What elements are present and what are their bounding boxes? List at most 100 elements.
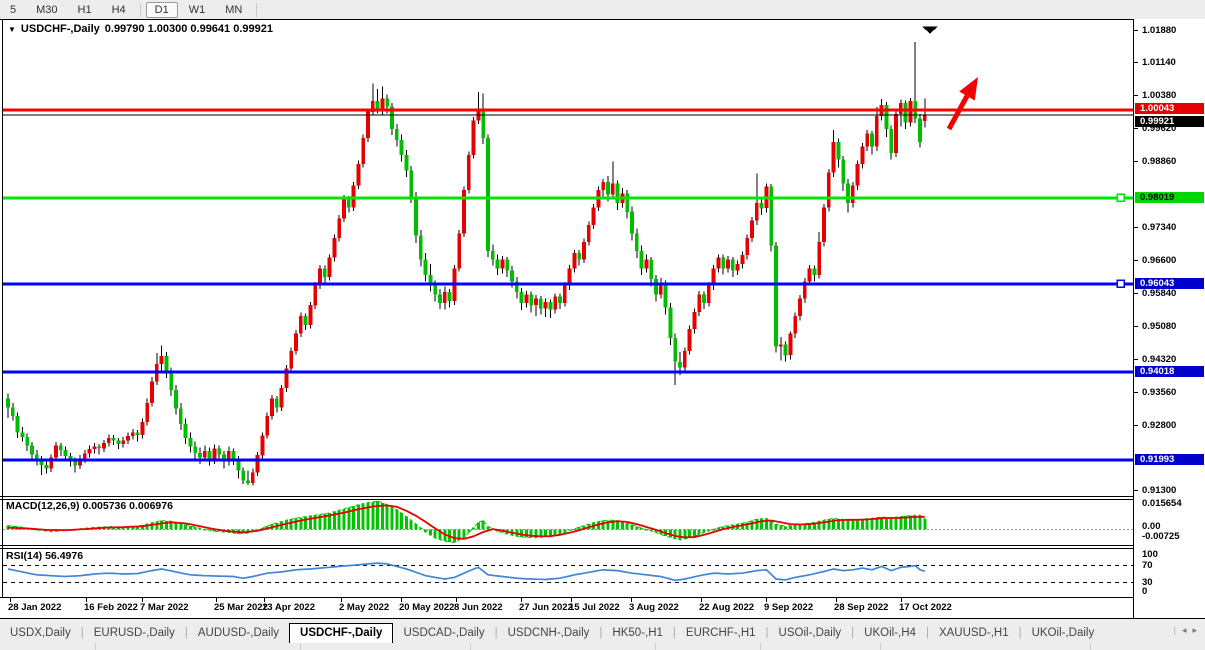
candle bbox=[265, 412, 270, 439]
tab-eurusd-daily[interactable]: EURUSD-,Daily bbox=[84, 624, 185, 643]
macd-histogram-bar bbox=[755, 519, 759, 530]
macd-histogram-bar bbox=[601, 520, 605, 530]
candle bbox=[159, 345, 164, 371]
candle bbox=[702, 291, 706, 310]
candle bbox=[514, 277, 519, 299]
macd-histogram-bar bbox=[846, 519, 850, 530]
macd-histogram-bar bbox=[884, 517, 888, 530]
tab-audusd-daily[interactable]: AUDUSD-,Daily bbox=[188, 624, 289, 643]
timeframe-button-d1[interactable]: D1 bbox=[145, 1, 178, 18]
candle bbox=[663, 280, 668, 315]
timeframe-button-m30[interactable]: M30 bbox=[27, 2, 66, 18]
tab-usoil-daily[interactable]: USOil-,Daily bbox=[769, 624, 852, 643]
tab-separator: | bbox=[1173, 625, 1176, 635]
candlestick-chart[interactable] bbox=[0, 19, 1133, 496]
tab-ukoil-daily[interactable]: UKOil-,Daily bbox=[1022, 624, 1105, 643]
candle bbox=[721, 254, 726, 275]
date-axis[interactable]: 28 Jan 2022 16 Feb 2022 7 Mar 2022 25 Mar 2… bbox=[0, 598, 1133, 618]
price-tick-label: 0.95840 bbox=[1142, 288, 1177, 299]
price-tag-support-blue-3: 0.91993 bbox=[1135, 454, 1204, 465]
timeframe-button-5[interactable]: 5 bbox=[1, 2, 25, 18]
hline-handle[interactable] bbox=[1116, 193, 1125, 203]
candle bbox=[826, 169, 831, 212]
candle bbox=[207, 447, 212, 466]
candle bbox=[54, 442, 58, 461]
macd-histogram-bar bbox=[304, 516, 308, 530]
toolbar-divider bbox=[256, 2, 258, 17]
candle bbox=[846, 179, 850, 213]
candle bbox=[495, 254, 500, 276]
macd-histogram-bar bbox=[462, 529, 466, 538]
price-tick-mark bbox=[1134, 95, 1138, 96]
date-label: 27 Jun 2022 bbox=[519, 602, 573, 613]
timeframe-button-h4[interactable]: H4 bbox=[103, 2, 135, 18]
macd-histogram-bar bbox=[179, 523, 183, 530]
candle bbox=[505, 257, 510, 277]
timeframe-button-mn[interactable]: MN bbox=[216, 2, 251, 18]
candle bbox=[10, 403, 15, 421]
price-tick-mark bbox=[1134, 293, 1138, 294]
candle bbox=[630, 206, 634, 241]
candle bbox=[145, 398, 150, 426]
macd-histogram-bar bbox=[299, 517, 303, 530]
tab-xauusd-h1[interactable]: XAUUSD-,H1 bbox=[929, 624, 1019, 643]
candle bbox=[289, 347, 294, 372]
tab-usdcnh-daily[interactable]: USDCNH-,Daily bbox=[498, 624, 600, 643]
timeframe-toolbar: 5 M30 H1 H4 D1 W1 MN bbox=[0, 0, 1205, 19]
tab-usdcad-daily[interactable]: USDCAD-,Daily bbox=[393, 624, 494, 643]
candle bbox=[918, 113, 922, 148]
candle bbox=[750, 217, 754, 243]
price-axis[interactable]: 1.01880 1.01140 1.00380 0.99620 0.98860 0.973… bbox=[1134, 19, 1205, 618]
date-label: 13 Apr 2022 bbox=[262, 602, 315, 613]
tab-ukoil-h4[interactable]: UKOil-,H4 bbox=[854, 624, 926, 643]
candle bbox=[298, 312, 303, 337]
status-strip-separator bbox=[95, 643, 96, 650]
candle bbox=[327, 254, 332, 281]
rsi-indicator-panel[interactable] bbox=[0, 549, 1133, 597]
candle bbox=[658, 277, 663, 299]
date-label: 3 Aug 2022 bbox=[629, 602, 679, 613]
main-macd-border-1 bbox=[0, 496, 1205, 497]
price-tick-label: 0.93560 bbox=[1142, 387, 1177, 398]
date-label: 8 Jun 2022 bbox=[454, 602, 503, 613]
macd-histogram-bar bbox=[640, 528, 644, 530]
macd-histogram-bar bbox=[750, 520, 754, 530]
candle bbox=[831, 130, 836, 177]
tabs-scroll-right-icon[interactable]: ▸ bbox=[1192, 625, 1197, 636]
candle bbox=[836, 138, 841, 168]
candle bbox=[399, 134, 404, 162]
candle bbox=[241, 467, 246, 484]
tab-usdchf-daily[interactable]: USDCHF-,Daily bbox=[289, 623, 394, 643]
timeframe-button-h1[interactable]: H1 bbox=[69, 2, 101, 18]
chart-ohlc-values: 0.99790 1.00300 0.99641 0.99921 bbox=[104, 23, 273, 35]
chart-dropdown-icon[interactable]: ▼ bbox=[8, 25, 16, 34]
date-label: 9 Sep 2022 bbox=[764, 602, 814, 613]
trend-arrow-annotation[interactable] bbox=[946, 77, 978, 131]
timeframe-button-w1[interactable]: W1 bbox=[180, 2, 215, 18]
candle bbox=[591, 203, 596, 230]
tab-eurchf-h1[interactable]: EURCHF-,H1 bbox=[676, 624, 766, 643]
candle bbox=[610, 161, 615, 199]
candle bbox=[697, 290, 702, 317]
candle bbox=[687, 325, 692, 355]
candle bbox=[466, 151, 471, 194]
candle bbox=[673, 333, 678, 385]
candle bbox=[644, 254, 649, 273]
tab-usdx-daily[interactable]: USDX,Daily bbox=[0, 624, 81, 643]
candle bbox=[404, 150, 409, 177]
macd-histogram-bar bbox=[635, 526, 639, 530]
chart-symbol-period: USDCHF-,Daily bbox=[20, 23, 100, 35]
candle bbox=[308, 302, 313, 329]
top-marker-triangle-icon[interactable] bbox=[922, 26, 938, 34]
price-tick-mark bbox=[1134, 326, 1138, 327]
hline-handle[interactable] bbox=[1116, 279, 1125, 289]
date-label: 22 Aug 2022 bbox=[699, 602, 755, 613]
macd-histogram-bar bbox=[548, 529, 552, 536]
candle bbox=[366, 108, 370, 143]
candle bbox=[682, 347, 687, 371]
candle bbox=[562, 282, 567, 307]
tab-hk50-h1[interactable]: HK50-,H1 bbox=[602, 624, 673, 643]
candle bbox=[860, 143, 865, 169]
tabs-scroll-left-icon[interactable]: ◂ bbox=[1182, 625, 1187, 636]
date-label: 28 Jan 2022 bbox=[8, 602, 62, 613]
